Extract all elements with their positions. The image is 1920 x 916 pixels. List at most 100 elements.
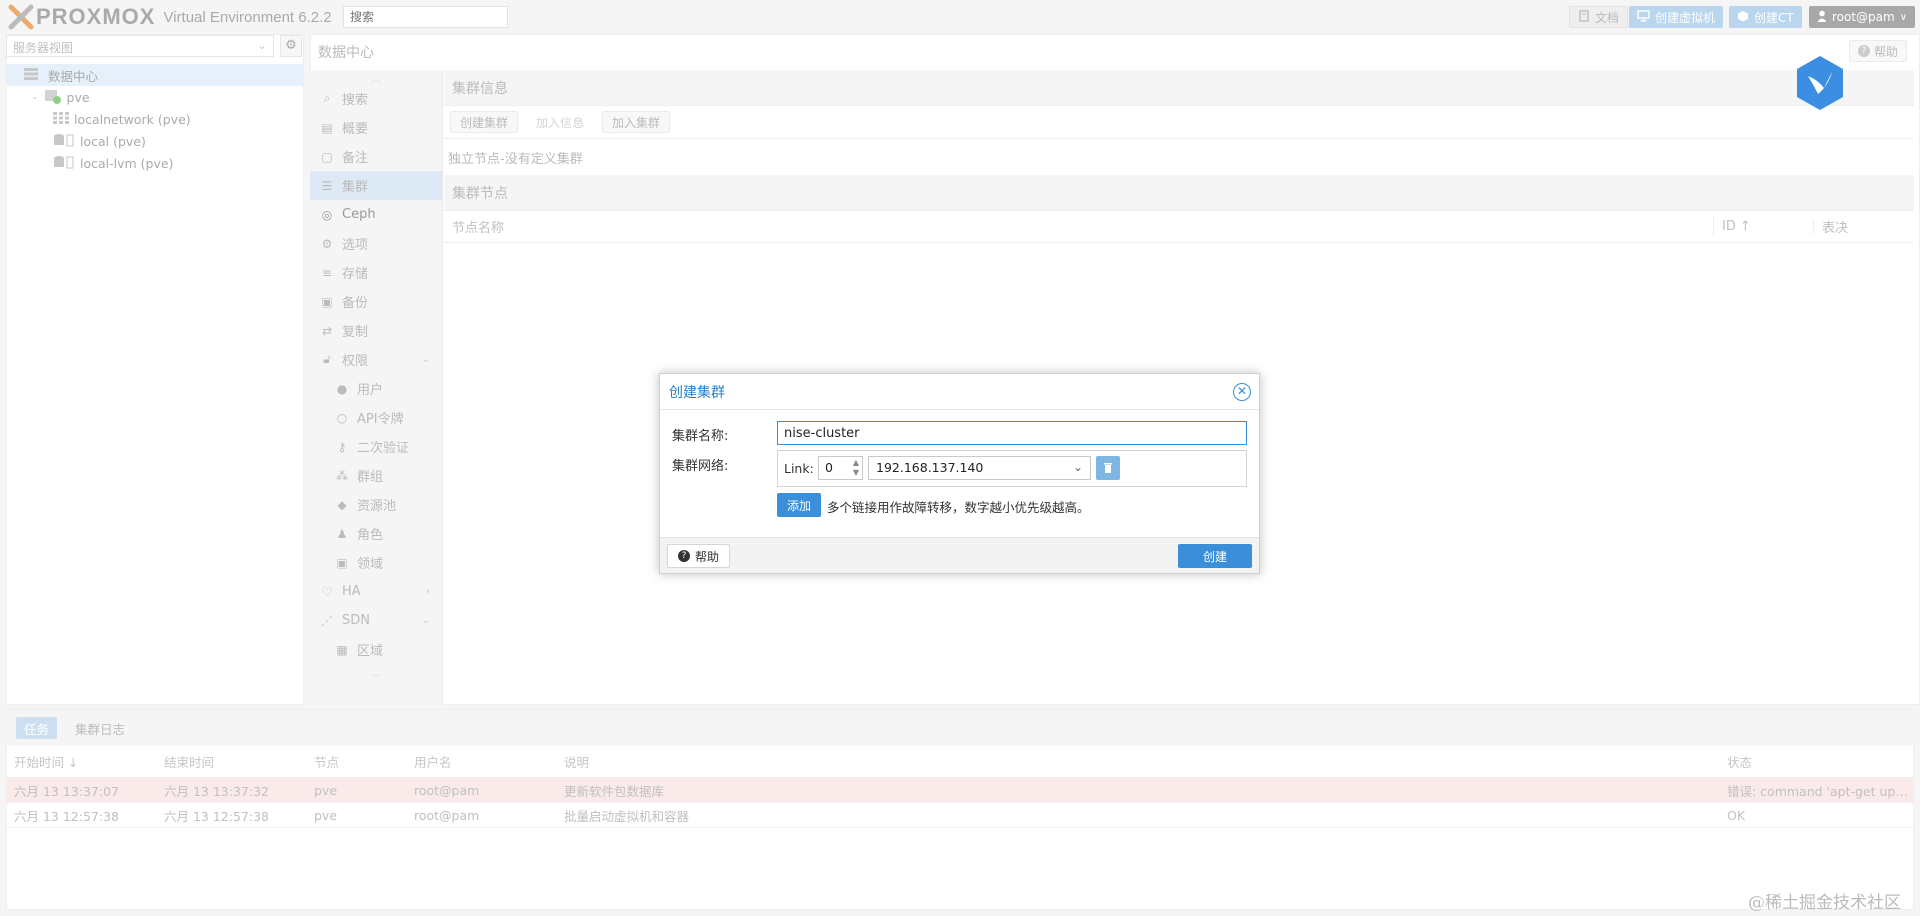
nav-item-zones[interactable]: ▦ 区域	[310, 635, 442, 664]
create-vm-button[interactable]: 创建虚拟机	[1629, 6, 1724, 28]
nav-label: 用户	[357, 383, 384, 398]
column-header-node[interactable]: 节点	[306, 752, 406, 771]
cluster-nodes-header: 集群节点	[444, 175, 1914, 211]
nav-label: 备注	[342, 151, 369, 166]
nav-item-groups[interactable]: ⁂ 群组	[310, 461, 442, 490]
cell-node: pve	[314, 782, 338, 798]
nav-item-cluster[interactable]: ☰ 集群	[310, 171, 442, 200]
tree-item-network[interactable]: localnetwork (pve)	[7, 108, 303, 130]
tags-icon: ◆	[337, 497, 347, 512]
nav-item-pools[interactable]: ◆ 资源池	[310, 490, 442, 519]
help-label: 帮助	[1874, 44, 1899, 59]
cube-icon	[1737, 10, 1749, 25]
join-cluster-button[interactable]: 加入集群	[602, 111, 671, 133]
nav-item-api-tokens[interactable]: ○ API令牌	[310, 403, 442, 432]
spinner-arrows-icon[interactable]: ▲ ▼	[853, 458, 859, 478]
nav-item-roles[interactable]: ♟ 角色	[310, 519, 442, 548]
datacenter-nav-menu: ︿ ⌕ 搜索 ▤ 概要 ▢ 备注 ☰ 集群 ◎ Ceph ⚙ 选项 ≡ 存储 ▣ 备份 ⇄ 复制 …	[310, 70, 443, 705]
nav-label: 角色	[357, 528, 384, 543]
ip-address-combo[interactable]: 192.168.137.140 ⌄	[868, 456, 1091, 480]
search-input[interactable]	[343, 6, 508, 28]
chevron-down-icon[interactable]: ⌄	[1073, 460, 1083, 474]
dialog-help-button[interactable]: ? 帮助	[667, 544, 731, 568]
token-icon: ○	[336, 410, 348, 425]
nav-label: API令牌	[357, 412, 404, 427]
notes-icon: ▢	[321, 149, 333, 164]
cluster-status-text: 独立节点-没有定义集群	[448, 151, 583, 167]
trash-icon[interactable]	[1096, 456, 1120, 480]
help-button[interactable]: ? 帮助	[1849, 40, 1908, 62]
column-header-id[interactable]: ID ↑	[1714, 219, 1814, 234]
watermark-text: @稀土掘金技术社区	[1748, 893, 1901, 913]
nav-label: 存储	[342, 267, 369, 282]
column-header-end[interactable]: 结束时间	[156, 752, 306, 771]
user-menu-button[interactable]: root@pam ∨	[1809, 6, 1916, 28]
task-grid-header: 开始时间 ↓ 结束时间 节点 用户名 说明 状态	[6, 746, 1914, 778]
tree-item-storage-local[interactable]: local (pve)	[7, 130, 303, 152]
create-ct-button[interactable]: 创建CT	[1729, 6, 1802, 28]
floating-bird-badge-icon[interactable]	[1794, 54, 1846, 112]
column-header-status[interactable]: 状态	[1719, 752, 1914, 771]
column-header-start[interactable]: 开始时间 ↓	[6, 752, 156, 771]
tab-tasks[interactable]: 任务	[16, 717, 58, 739]
nav-label: 群组	[357, 470, 384, 485]
add-link-button[interactable]: 添加	[777, 493, 822, 517]
gear-icon[interactable]: ⚙	[280, 35, 302, 57]
close-icon[interactable]: ✕	[1233, 383, 1251, 401]
table-row[interactable]: 六月 13 12:57:38 六月 13 12:57:38 pve root@p…	[6, 803, 1914, 828]
nav-item-storage[interactable]: ≡ 存储	[310, 258, 442, 287]
tree-item-node-pve[interactable]: ⌄ pve	[7, 86, 303, 108]
nav-item-two-factor[interactable]: ⚷ 二次验证	[310, 432, 442, 461]
nav-label: 集群	[342, 180, 369, 195]
proxmox-logo: PROXMOX Virtual Environment 6.2.2	[8, 4, 332, 30]
zone-icon: ▦	[336, 642, 348, 657]
cell-end: 六月 13 12:57:38	[164, 808, 269, 824]
join-info-button[interactable]: 加入信息	[526, 111, 594, 133]
column-header-description[interactable]: 说明	[556, 752, 1719, 771]
group-icon: ⁂	[336, 468, 348, 483]
docs-button[interactable]: 文档	[1569, 6, 1629, 28]
link-number-field[interactable]: 0 ▲ ▼	[818, 456, 863, 480]
nav-item-options[interactable]: ⚙ 选项	[310, 229, 442, 258]
nav-item-users[interactable]: ● 用户	[310, 374, 442, 403]
chevron-down-icon: ∨	[1899, 11, 1908, 23]
help-label: 帮助	[695, 549, 720, 564]
cell-description: 批量启动虚拟机和容器	[564, 808, 690, 824]
help-circle-icon: ?	[678, 550, 690, 562]
column-header-name[interactable]: 节点名称	[444, 217, 1714, 236]
cluster-network-box: Link: 0 ▲ ▼ 192.168.137.140 ⌄	[777, 450, 1247, 487]
create-cluster-dialog: 创建集群 ✕ 集群名称: 集群网络: Link: 0 ▲▼ 192.168.13…	[659, 373, 1260, 574]
nav-item-ceph[interactable]: ◎ Ceph	[310, 200, 442, 229]
scroll-up-icon[interactable]: ︿	[310, 70, 442, 85]
create-vm-label: 创建虚拟机	[1655, 10, 1716, 25]
nav-item-replication[interactable]: ⇄ 复制	[310, 316, 442, 345]
create-button[interactable]: 创建	[1178, 544, 1252, 568]
nav-item-permissions[interactable]: 🔓︎ 权限 ⌄	[310, 345, 442, 374]
tree-item-label: localnetwork (pve)	[74, 111, 191, 127]
nav-item-realms[interactable]: ▣ 领域	[310, 548, 442, 577]
column-header-user[interactable]: 用户名	[406, 752, 556, 771]
tab-cluster-log[interactable]: 集群日志	[67, 717, 133, 739]
nav-item-notes[interactable]: ▢ 备注	[310, 142, 442, 171]
table-row[interactable]: 六月 13 13:37:07 六月 13 13:37:32 pve root@p…	[6, 778, 1914, 803]
user-icon: ●	[336, 381, 348, 396]
nav-item-summary[interactable]: ▤ 概要	[310, 113, 442, 142]
scroll-down-icon[interactable]: ﹀	[310, 670, 442, 685]
tree-item-datacenter[interactable]: 数据中心	[7, 64, 303, 86]
create-cluster-button[interactable]: 创建集群	[450, 111, 519, 133]
logo-wordmark: PROXMOX	[36, 4, 156, 29]
view-selector[interactable]: 服务器视图 ⌄	[6, 35, 274, 57]
tree-item-storage-local-lvm[interactable]: local-lvm (pve)	[7, 152, 303, 174]
nav-item-backup[interactable]: ▣ 备份	[310, 287, 442, 316]
nav-label: 搜索	[342, 93, 369, 108]
user-label: root@pam	[1832, 10, 1895, 24]
nav-label: HA	[342, 584, 361, 599]
nav-item-ha[interactable]: ♡ HA ›	[310, 577, 442, 606]
database-icon: ≡	[321, 265, 333, 280]
chevron-down-icon: ⌄	[256, 38, 267, 52]
nav-label: SDN	[342, 613, 370, 628]
cluster-name-input[interactable]	[777, 421, 1247, 445]
nav-item-sdn[interactable]: ⋰ SDN ⌄	[310, 606, 442, 635]
nav-item-search[interactable]: ⌕ 搜索	[310, 84, 442, 113]
column-header-votes[interactable]: 表决	[1814, 217, 1909, 236]
